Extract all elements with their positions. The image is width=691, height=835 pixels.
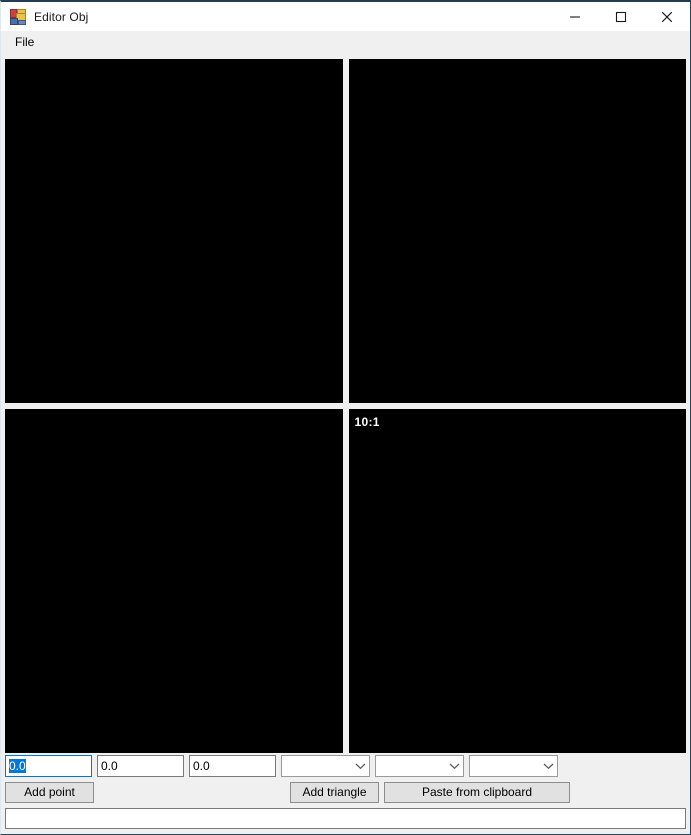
winforms-app-icon [10, 8, 26, 25]
menu-item-file[interactable]: File [7, 32, 42, 53]
add-triangle-button[interactable]: Add triangle [290, 782, 379, 803]
title-bar: Editor Obj [1, 2, 690, 31]
viewport-top-right[interactable] [348, 59, 686, 403]
window-title: Editor Obj [34, 9, 89, 24]
window-controls [552, 2, 690, 31]
minimize-button[interactable] [552, 2, 598, 31]
viewport-grid: 10:1 [5, 59, 686, 753]
button-row-spacer [99, 782, 285, 783]
triangle-vertex-2-select[interactable] [375, 755, 464, 777]
chevron-down-icon [352, 756, 369, 776]
control-row-inputs [1, 755, 690, 778]
maximize-button[interactable] [598, 2, 644, 31]
coord-y-input[interactable] [97, 755, 184, 777]
coord-x-input[interactable] [5, 755, 92, 777]
viewport-bottom-right[interactable]: 10:1 [348, 409, 686, 753]
chevron-down-icon [446, 756, 463, 776]
application-window: Editor Obj File 10:1 0.0 0.0 0.0 Add poi… [0, 0, 691, 835]
close-button[interactable] [644, 2, 690, 31]
add-point-button[interactable]: Add point [5, 782, 94, 803]
viewport-bottom-left[interactable] [5, 409, 343, 753]
chevron-down-icon [540, 756, 557, 776]
maximize-icon [615, 11, 627, 23]
menu-bar: File [1, 31, 690, 55]
zoom-ratio-label: 10:1 [354, 415, 380, 429]
minimize-icon [569, 11, 581, 23]
control-row-buttons: Add point Add triangle Paste from clipbo… [1, 782, 690, 804]
viewport-top-left[interactable] [5, 59, 343, 403]
coord-z-input[interactable] [189, 755, 276, 777]
triangle-vertex-3-select[interactable] [469, 755, 558, 777]
log-output-input[interactable] [5, 808, 686, 829]
log-output-wrapper [1, 804, 690, 834]
close-icon [661, 11, 673, 23]
control-panel: Add point Add triangle Paste from clipbo… [1, 753, 690, 804]
triangle-vertex-1-select[interactable] [281, 755, 370, 777]
paste-from-clipboard-button[interactable]: Paste from clipboard [384, 782, 570, 803]
